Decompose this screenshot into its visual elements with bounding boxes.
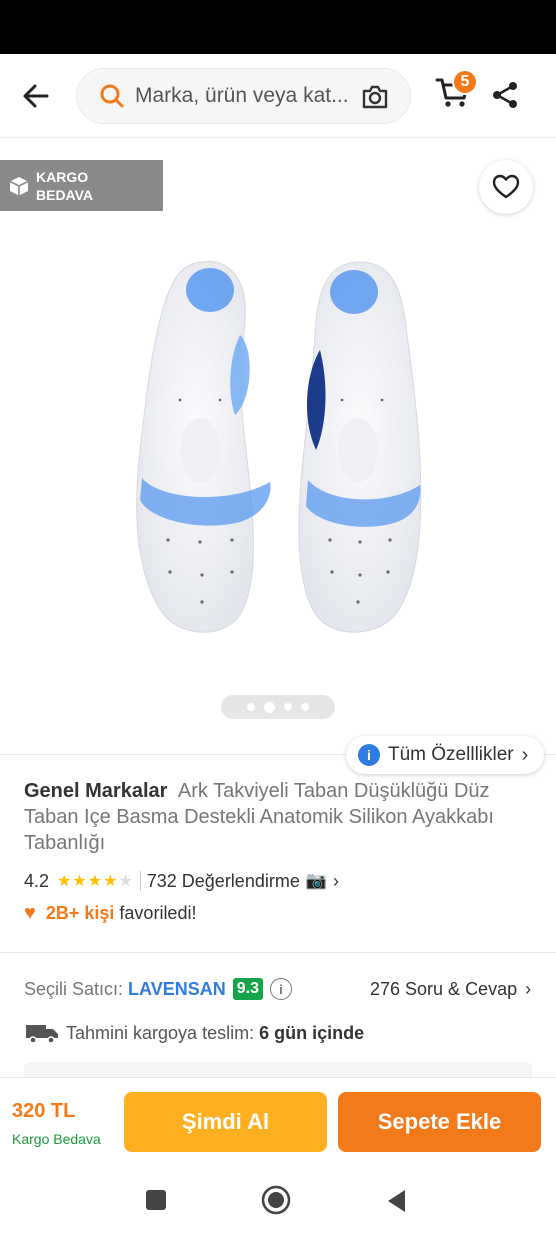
rating-value: 4.2 <box>24 870 50 891</box>
heart-outline-icon <box>492 174 520 199</box>
favorite-button[interactable] <box>479 160 533 214</box>
info-icon: i <box>358 744 380 766</box>
info-icon[interactable]: i <box>269 978 292 1000</box>
review-count: 732 Değerlendirme <box>146 870 300 891</box>
seller-name[interactable]: LAVENSAN <box>128 979 226 1000</box>
divider <box>0 952 556 953</box>
pagination-dot[interactable] <box>284 703 292 711</box>
product-image[interactable] <box>120 250 480 650</box>
camera-icon[interactable] <box>360 82 390 112</box>
rating-stars: ★★★★★ <box>57 873 134 890</box>
shipping-note: Kargo Bedava <box>12 1131 101 1147</box>
chevron-right-icon: › <box>333 870 340 891</box>
truck-icon <box>26 1025 58 1044</box>
seller-score-badge: 9.3 <box>232 978 263 1000</box>
search-icon <box>97 81 127 111</box>
buy-now-button[interactable]: Şimdi Al <box>124 1092 327 1152</box>
image-pagination[interactable] <box>221 695 335 719</box>
back-triangle-icon[interactable] <box>385 1188 407 1214</box>
status-bar <box>0 0 556 54</box>
free-shipping-badge: KARGO BEDAVA <box>0 160 163 211</box>
seller-row: Seçili Satıcı: LAVENSAN 9.3 i <box>24 976 292 1002</box>
delivery-days: 6 gün içinde <box>259 1022 365 1043</box>
share-icon <box>493 82 517 108</box>
chevron-right-icon: › <box>525 978 532 999</box>
favorite-text: favoriledi! <box>119 902 197 923</box>
pagination-dot[interactable] <box>247 703 255 711</box>
seller-label: Seçili Satıcı: <box>24 978 124 999</box>
add-to-cart-button[interactable]: Sepete Ekle <box>338 1092 541 1152</box>
product-title: Genel Markalar Ark Takviyeli Taban Düşük… <box>24 778 544 856</box>
pagination-dot[interactable] <box>301 703 309 711</box>
search-placeholder: Marka, ürün veya kat... <box>135 84 349 107</box>
home-icon[interactable] <box>261 1185 291 1215</box>
rating-separator <box>139 871 141 891</box>
photo-review-icon: 📷 <box>305 871 328 890</box>
rating-row[interactable]: 4.2 ★★★★★ 732 Değerlendirme 📷 › <box>24 868 339 894</box>
arrow-left-icon <box>23 84 49 108</box>
favorite-count: 2B+ kişi <box>45 902 115 923</box>
heart-filled-icon: ♥ <box>24 901 36 924</box>
partial-card <box>24 1062 532 1078</box>
favorites-row: ♥ 2B+ kişi favoriledi! <box>24 900 196 926</box>
badge-line-2: BEDAVA <box>36 186 94 203</box>
share-button[interactable] <box>488 78 524 114</box>
all-features-label: Tüm Özelllikler <box>388 744 514 765</box>
system-nav-bar <box>0 1163 556 1235</box>
back-button[interactable] <box>14 76 58 116</box>
recent-apps-icon[interactable] <box>146 1190 166 1210</box>
qa-link[interactable]: 276 Soru & Cevap › <box>370 976 531 1002</box>
badge-line-1: KARGO <box>36 168 89 185</box>
cart-count-badge: 5 <box>452 69 478 95</box>
top-bar: Marka, ürün veya kat... 5 <box>0 54 556 138</box>
delivery-label: Tahmini kargoya teslim: <box>66 1022 255 1043</box>
qa-label: 276 Soru & Cevap <box>370 978 518 999</box>
bottom-action-bar: 320 TL Kargo Bedava Şimdi Al Sepete Ekle <box>0 1077 556 1163</box>
product-brand[interactable]: Genel Markalar <box>24 780 167 802</box>
box-icon <box>9 176 29 195</box>
search-input[interactable]: Marka, ürün veya kat... <box>76 68 411 124</box>
price: 320 TL <box>12 1100 76 1122</box>
chevron-right-icon: › <box>521 743 529 766</box>
delivery-row: Tahmini kargoya teslim: 6 gün içinde <box>24 1020 364 1046</box>
pagination-dot-active[interactable] <box>264 701 275 713</box>
all-features-button[interactable]: i Tüm Özelllikler › <box>346 736 544 774</box>
